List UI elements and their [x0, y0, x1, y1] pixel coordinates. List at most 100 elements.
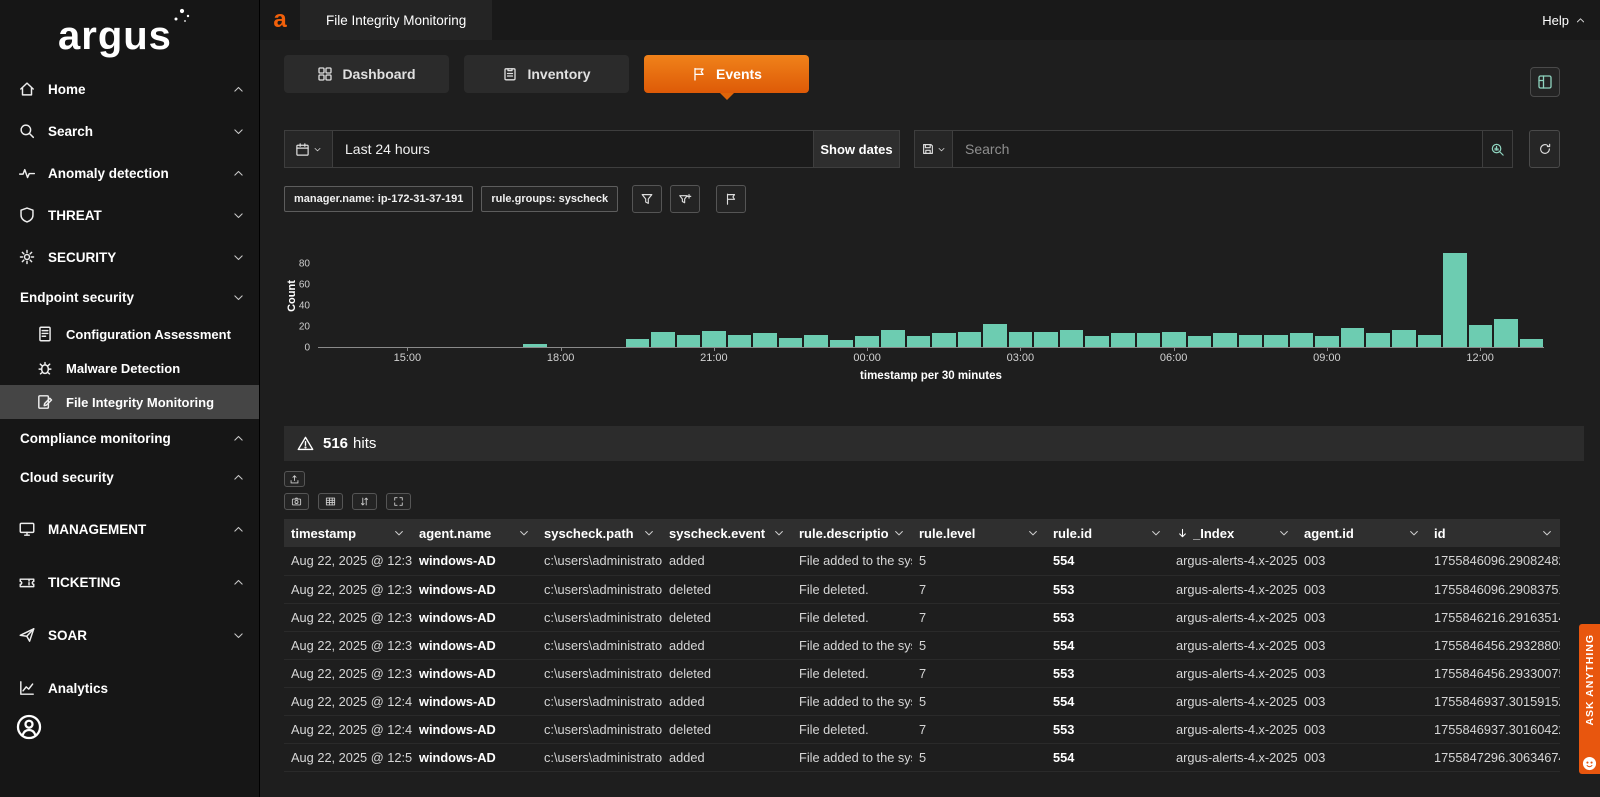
fullscreen-button[interactable]	[386, 493, 411, 510]
user-avatar-icon[interactable]	[15, 713, 43, 741]
sidebar-item-soar[interactable]: SOAR	[0, 614, 259, 656]
sidebar-item-anomaly-detection[interactable]: Anomaly detection	[0, 152, 259, 194]
table-row[interactable]: Aug 22, 2025 @ 12:51:3windows-ADc:\users…	[284, 743, 1560, 771]
sort-fields-button[interactable]	[352, 493, 377, 510]
chevron-down-icon[interactable]	[1408, 527, 1420, 539]
table-row[interactable]: Aug 22, 2025 @ 12:37:3windows-ADc:\users…	[284, 631, 1560, 659]
query-inspect-button[interactable]	[1483, 130, 1513, 168]
export-button[interactable]	[284, 471, 305, 487]
histogram-bar[interactable]	[1469, 325, 1493, 347]
filter-pill[interactable]: rule.groups: syscheck	[481, 186, 618, 212]
histogram-bar[interactable]	[651, 332, 675, 347]
chevron-down-icon[interactable]	[893, 527, 905, 539]
table-row[interactable]: Aug 22, 2025 @ 12:31:3windows-ADc:\users…	[284, 547, 1560, 575]
sidebar-item-ticketing[interactable]: TICKETING	[0, 561, 259, 603]
histogram-bar[interactable]	[1315, 336, 1339, 347]
sidebar-item-security[interactable]: SECURITY	[0, 236, 259, 278]
histogram-bar[interactable]	[1034, 332, 1058, 347]
table-row[interactable]: Aug 22, 2025 @ 12:37:3windows-ADc:\users…	[284, 659, 1560, 687]
histogram-bar[interactable]	[779, 338, 803, 347]
sidebar-item-file-integrity-monitoring[interactable]: File Integrity Monitoring	[0, 385, 259, 419]
column-header-syscheck-event[interactable]: syscheck.event	[662, 519, 792, 547]
ask-anything-tab[interactable]: ASK ANYTHING	[1579, 624, 1600, 774]
histogram-bar[interactable]	[1264, 335, 1288, 348]
histogram-bar[interactable]	[677, 335, 701, 348]
table-row[interactable]: Aug 22, 2025 @ 12:33:3windows-ADc:\users…	[284, 603, 1560, 631]
chevron-down-icon[interactable]	[1027, 527, 1039, 539]
flag-button[interactable]	[716, 185, 746, 213]
histogram-bar[interactable]	[728, 335, 752, 348]
sidebar-item-threat[interactable]: THREAT	[0, 194, 259, 236]
histogram-bar[interactable]	[1418, 335, 1442, 348]
sidebar-item-endpoint-security[interactable]: Endpoint security	[0, 278, 259, 317]
filter-options-button[interactable]	[632, 185, 662, 213]
refresh-button[interactable]	[1529, 130, 1560, 168]
tab-inventory[interactable]: Inventory	[464, 55, 629, 93]
column-header-agent-name[interactable]: agent.name	[412, 519, 537, 547]
histogram-bar[interactable]	[1443, 253, 1467, 347]
histogram-bar[interactable]	[958, 332, 982, 347]
table-row[interactable]: Aug 22, 2025 @ 12:45:3windows-ADc:\users…	[284, 715, 1560, 743]
histogram-bar[interactable]	[1060, 330, 1084, 347]
sidebar-item-malware-detection[interactable]: Malware Detection	[0, 351, 259, 385]
histogram-bar[interactable]	[1111, 333, 1135, 347]
tab-events[interactable]: Events	[644, 55, 809, 93]
saved-queries-button[interactable]	[914, 130, 952, 168]
histogram-bar[interactable]	[1290, 333, 1314, 347]
sidebar-item-home[interactable]: Home	[0, 68, 259, 110]
filter-pill[interactable]: manager.name: ip-172-31-37-191	[284, 186, 473, 212]
chevron-down-icon[interactable]	[643, 527, 655, 539]
sidebar-item-cloud-security[interactable]: Cloud security	[0, 458, 259, 497]
chevron-down-icon[interactable]	[518, 527, 530, 539]
argus-mark-icon[interactable]: a	[260, 0, 300, 40]
histogram-bar[interactable]	[1162, 332, 1186, 347]
search-input[interactable]	[952, 130, 1483, 168]
chevron-down-icon[interactable]	[1541, 527, 1553, 539]
column-header-rule-description[interactable]: rule.description	[792, 519, 912, 547]
histogram-bar[interactable]	[1137, 333, 1161, 347]
sidebar-item-configuration-assessment[interactable]: Configuration Assessment	[0, 317, 259, 351]
table-view-button[interactable]	[318, 493, 343, 510]
date-range-value[interactable]: Last 24 hours	[333, 131, 813, 167]
histogram-bar[interactable]	[753, 333, 777, 347]
histogram-bar[interactable]	[1520, 339, 1544, 347]
add-filter-button[interactable]	[670, 185, 700, 213]
histogram-bar[interactable]	[626, 339, 650, 347]
sidebar-item-compliance-monitoring[interactable]: Compliance monitoring	[0, 419, 259, 458]
histogram-bar[interactable]	[1341, 328, 1365, 347]
chevron-down-icon[interactable]	[1278, 527, 1290, 539]
histogram-bar[interactable]	[1494, 319, 1518, 347]
column-header-timestamp[interactable]: timestamp	[284, 519, 412, 547]
column-header-id[interactable]: id	[1427, 519, 1560, 547]
column-header-syscheck-path[interactable]: syscheck.path	[537, 519, 662, 547]
histogram-bar[interactable]	[881, 330, 905, 347]
histogram-bar[interactable]	[804, 335, 828, 348]
histogram-bar[interactable]	[1213, 333, 1237, 347]
histogram-bar[interactable]	[1188, 336, 1212, 347]
chevron-down-icon[interactable]	[773, 527, 785, 539]
histogram-bar[interactable]	[1366, 333, 1390, 347]
snapshot-button[interactable]	[284, 493, 309, 510]
histogram-bar[interactable]	[1239, 335, 1263, 348]
histogram-bar[interactable]	[1009, 332, 1033, 347]
chevron-down-icon[interactable]	[1150, 527, 1162, 539]
histogram-bar[interactable]	[523, 344, 547, 347]
column-header-rule-level[interactable]: rule.level	[912, 519, 1046, 547]
histogram-bar[interactable]	[855, 336, 879, 347]
table-row[interactable]: Aug 22, 2025 @ 12:31:3windows-ADc:\users…	[284, 575, 1560, 603]
column-header-agent-id[interactable]: agent.id	[1297, 519, 1427, 547]
date-picker-button[interactable]	[285, 131, 333, 167]
histogram-bar[interactable]	[702, 331, 726, 347]
layout-button[interactable]	[1530, 67, 1560, 97]
sidebar-item-management[interactable]: MANAGEMENT	[0, 508, 259, 550]
show-dates-button[interactable]: Show dates	[813, 131, 899, 167]
sidebar-item-search[interactable]: Search	[0, 110, 259, 152]
sidebar-item-analytics[interactable]: Analytics	[0, 667, 259, 709]
help-menu[interactable]: Help	[1542, 13, 1600, 28]
histogram-bar[interactable]	[1392, 330, 1416, 347]
tab-dashboard[interactable]: Dashboard	[284, 55, 449, 93]
table-row[interactable]: Aug 22, 2025 @ 12:45:3windows-ADc:\users…	[284, 687, 1560, 715]
histogram-bar[interactable]	[907, 336, 931, 347]
chevron-down-icon[interactable]	[393, 527, 405, 539]
histogram-bar[interactable]	[1085, 336, 1109, 347]
